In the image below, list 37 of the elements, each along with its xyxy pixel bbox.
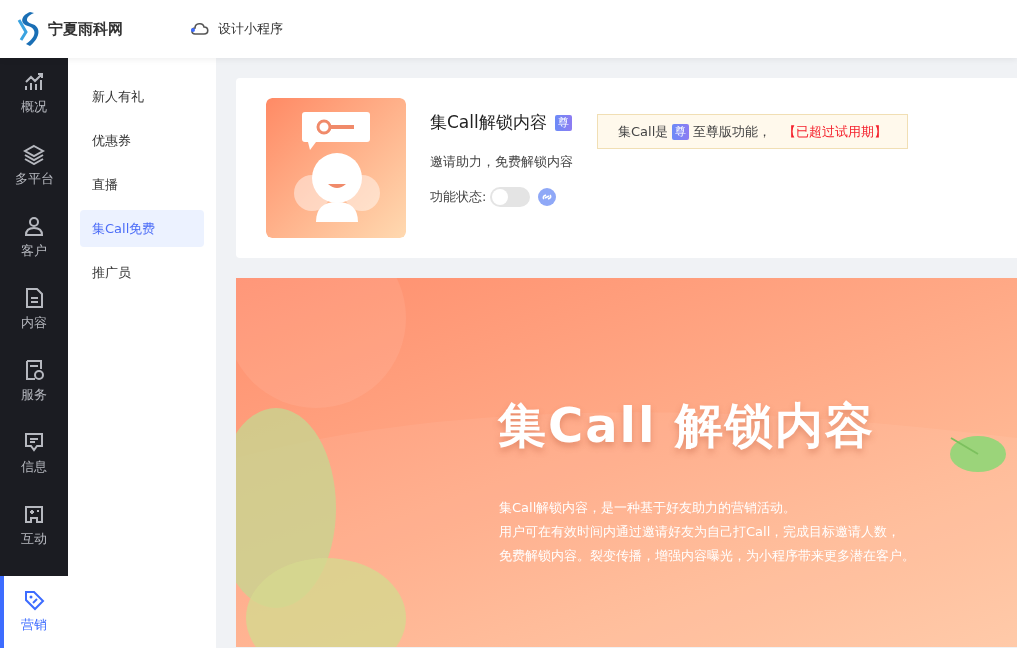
banner-description-line: 用户可在有效时间内通过邀请好友为自己打Call，完成目标邀请人数， [499,523,902,541]
submenu-item[interactable]: 直播 [80,166,204,203]
feature-title: 集Call解锁内容 [430,111,547,134]
design-miniprogram-link[interactable]: 设计小程序 [218,19,283,39]
message-icon [23,431,45,454]
premium-badge: 尊 [554,114,572,131]
banner-description-line: 免费解锁内容。裂变传播，增强内容曝光，为小程序带来更多潜在客户。 [499,547,916,565]
nav-item[interactable]: 服务 [0,346,68,418]
status-toggle[interactable] [490,187,531,207]
nav-item[interactable]: 客户 [0,202,68,274]
link-icon[interactable] [538,188,557,206]
trial-expired-text: 【已超过试用期】 [783,122,888,141]
cloud-icon [190,21,210,37]
document-icon [23,287,45,310]
nav-item[interactable]: 内容 [0,274,68,346]
nav-item[interactable]: 互动 [0,490,68,562]
submenu-item[interactable]: 新人有礼 [80,78,204,115]
nav-item[interactable]: 多平台 [0,130,68,202]
status-label: 功能状态: [430,188,487,207]
notice-text: 集Call是 [618,122,669,141]
logo-text: 宁夏雨科网 [48,18,123,40]
gamepad-icon [23,503,45,526]
submenu-item[interactable]: 推广员 [80,254,204,291]
notice-text: 至尊版功能， [693,122,772,141]
user-icon [23,215,45,238]
key-people-icon [266,98,406,238]
banner-title: 集Call 解锁内容 [498,396,877,455]
submenu-item[interactable]: 集Call免费 [80,210,204,247]
feature-subtitle: 邀请助力，免费解锁内容 [430,152,573,171]
nav-item[interactable]: 信息 [0,418,68,490]
premium-badge: 尊 [672,123,690,140]
submenu-item[interactable]: 优惠券 [80,122,204,159]
banner-description-line: 集Call解锁内容，是一种基于好友助力的营销活动。 [499,499,798,517]
nav-item[interactable]: 概况 [0,58,68,130]
layers-icon [23,143,45,166]
document-clock-icon [23,359,45,382]
tag-icon [23,589,45,612]
